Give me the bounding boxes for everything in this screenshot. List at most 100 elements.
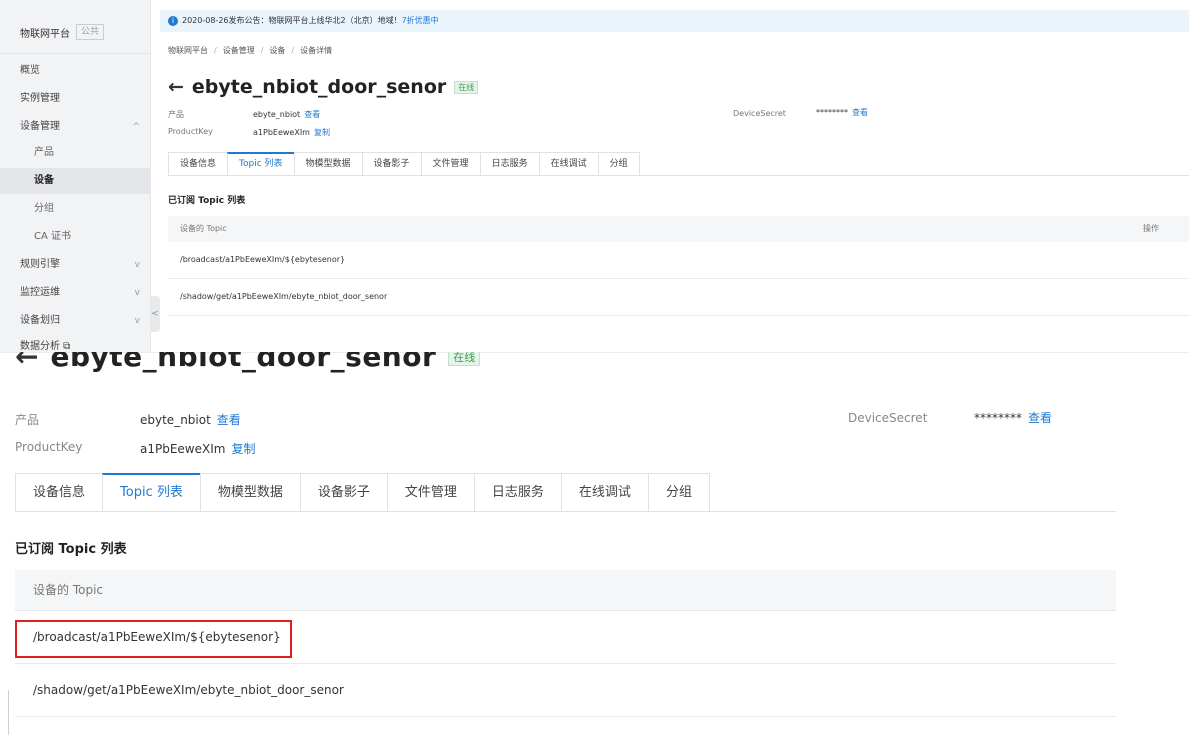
tab-online-debug[interactable]: 在线调试 [538, 152, 599, 175]
product-view-link[interactable]: 查看 [304, 110, 320, 119]
tab-file-management[interactable]: 文件管理 [386, 473, 475, 511]
tab-device-shadow[interactable]: 设备影子 [361, 152, 422, 175]
sidebar-divider [0, 53, 150, 54]
tab-log-service[interactable]: 日志服务 [473, 473, 562, 511]
chevron-up-icon: ^ [132, 122, 140, 132]
chevron-down-icon: v [134, 316, 140, 326]
breadcrumb-separator: / [214, 46, 217, 55]
sidebar-item-label: 设备划归 [20, 315, 60, 326]
sidebar-item-instances[interactable]: 实例管理 [0, 86, 150, 112]
productkey-info: a1PbEeweXIm 复制 [140, 440, 255, 457]
zoomed-page-header: ← ebyte_nbiot_door_senor 在线 [15, 352, 615, 382]
product-info: ebyte_nbiot 查看 [140, 411, 241, 428]
breadcrumb-item[interactable]: 物联网平台 [168, 46, 208, 55]
secret-view-link[interactable]: 查看 [1028, 411, 1052, 425]
topic-cell: /shadow/get/a1PbEeweXIm/ebyte_nbiot_door… [180, 292, 388, 301]
productkey-copy-link[interactable]: 复制 [231, 442, 255, 456]
sidebar-item-overview[interactable]: 概览 [0, 58, 150, 84]
secret-info: ******** 查看 [816, 107, 868, 118]
table-row: /shadow/get/a1PbEeweXIm/ebyte_nbiot_door… [15, 664, 1116, 717]
productkey-copy-link[interactable]: 复制 [314, 128, 330, 137]
productkey-label: ProductKey [168, 127, 213, 136]
tab-bar: 设备信息 Topic 列表 物模型数据 设备影子 文件管理 日志服务 在线调试 … [168, 152, 1189, 176]
product-label: 产品 [15, 413, 40, 427]
sidebar-item-label: 规则引擎 [20, 259, 60, 270]
tab-log-service[interactable]: 日志服务 [479, 152, 540, 175]
secret-value: ******** [974, 411, 1022, 425]
page-title: ebyte_nbiot_door_senor [191, 76, 447, 98]
table-header: 设备的 Topic 操作 [168, 216, 1189, 242]
sidebar-item-ca-cert[interactable]: CA 证书 [0, 224, 150, 250]
breadcrumb-item: 设备详情 [300, 46, 333, 55]
tab-groups[interactable]: 分组 [597, 152, 640, 175]
breadcrumb-separator: / [291, 46, 295, 55]
sidebar-item-data-analysis[interactable]: 数据分析 ⧉ [0, 334, 150, 352]
sidebar-item-label: 监控运维 [20, 287, 60, 298]
sidebar-collapse-handle[interactable]: < [150, 296, 160, 332]
tab-device-shadow[interactable]: 设备影子 [299, 473, 388, 511]
breadcrumb: 物联网平台 / 设备管理 / 设备 / 设备详情 [168, 45, 332, 56]
sidebar-item-label: 实例管理 [20, 93, 60, 104]
tab-device-info[interactable]: 设备信息 [168, 152, 229, 175]
tab-device-info[interactable]: 设备信息 [15, 473, 104, 511]
product-label: 产品 [168, 110, 184, 119]
product-value: ebyte_nbiot [253, 110, 301, 119]
status-badge: 在线 [448, 352, 481, 366]
sidebar-item-label: 数据分析 ⧉ [20, 341, 71, 352]
sidebar-item-products[interactable]: 产品 [0, 140, 150, 166]
chevron-down-icon: v [134, 288, 140, 298]
page-header: ← ebyte_nbiot_door_senor 在线 [168, 76, 479, 98]
secret-value: ******** [816, 108, 848, 117]
breadcrumb-item[interactable]: 设备管理 [223, 46, 255, 55]
topic-cell: /broadcast/a1PbEeweXIm/${ebytesenor} [180, 255, 346, 264]
sidebar-item-rules-engine[interactable]: 规则引擎 v [0, 252, 150, 278]
product-info: ebyte_nbiot 查看 [253, 109, 320, 120]
tab-topic-list[interactable]: Topic 列表 [227, 152, 295, 175]
tab-thing-model-data[interactable]: 物模型数据 [199, 473, 301, 511]
sidebar-item-devices[interactable]: 设备 [0, 168, 150, 194]
info-icon: i [168, 15, 178, 26]
sidebar-item-label: 分组 [34, 203, 54, 214]
productkey-info: a1PbEeweXIm 复制 [253, 127, 330, 138]
tab-groups[interactable]: 分组 [647, 473, 710, 511]
back-arrow-icon[interactable]: ← [15, 352, 38, 373]
sidebar-item-label: CA 证书 [34, 231, 72, 242]
edge-line [8, 690, 9, 735]
back-arrow-icon[interactable]: ← [168, 76, 184, 98]
productkey-label: ProductKey [15, 440, 83, 454]
sidebar-item-label: 产品 [34, 147, 54, 158]
sidebar-item-monitoring[interactable]: 监控运维 v [0, 280, 150, 306]
chevron-down-icon: v [134, 260, 140, 270]
sidebar-item-device-management[interactable]: 设备管理 ^ [0, 114, 150, 140]
sidebar: 物联网平台 公共 概览 实例管理 设备管理 ^ 产品 设备 分组 CA 证书 规… [0, 0, 151, 352]
table-row: /broadcast/a1PbEeweXIm/${ebytesenor} [168, 242, 1189, 279]
column-header-topic: 设备的 Topic [180, 224, 227, 233]
highlight-annotation-box [15, 620, 292, 658]
breadcrumb-item[interactable]: 设备 [269, 46, 285, 55]
product-view-link[interactable]: 查看 [217, 413, 241, 427]
sidebar-item-device-assignment[interactable]: 设备划归 v [0, 308, 150, 334]
sidebar-item-label: 设备管理 [20, 121, 60, 132]
tab-online-debug[interactable]: 在线调试 [560, 473, 649, 511]
sidebar-item-groups[interactable]: 分组 [0, 196, 150, 222]
topic-cell: /shadow/get/a1PbEeweXIm/ebyte_nbiot_door… [33, 683, 344, 697]
zoomed-tab-bar: 设备信息 Topic 列表 物模型数据 设备影子 文件管理 日志服务 在线调试 … [15, 473, 1116, 512]
secret-info: ******** 查看 [974, 409, 1052, 426]
brand: 物联网平台 公共 [20, 24, 105, 40]
sidebar-item-label: 概览 [20, 65, 40, 76]
notice-promo-link[interactable]: 7折优惠中 [402, 16, 439, 25]
breadcrumb-separator: / [260, 46, 264, 55]
productkey-value: a1PbEeweXIm [253, 128, 310, 137]
secret-view-link[interactable]: 查看 [852, 108, 868, 117]
table-header: 设备的 Topic [15, 570, 1116, 611]
status-badge: 在线 [454, 80, 479, 94]
brand-name: 物联网平台 [20, 28, 70, 40]
section-title: 已订阅 Topic 列表 [168, 196, 246, 206]
tab-thing-model-data[interactable]: 物模型数据 [293, 152, 363, 175]
sidebar-item-label: 设备 [34, 175, 54, 186]
brand-tag: 公共 [76, 24, 105, 40]
tab-file-management[interactable]: 文件管理 [420, 152, 481, 175]
tab-topic-list[interactable]: Topic 列表 [102, 473, 201, 511]
column-header-action: 操作 [1143, 224, 1159, 233]
notice-bar: i 2020-08-26发布公告：物联网平台上线华北2（北京）地域！7折优惠中 [160, 10, 1189, 32]
